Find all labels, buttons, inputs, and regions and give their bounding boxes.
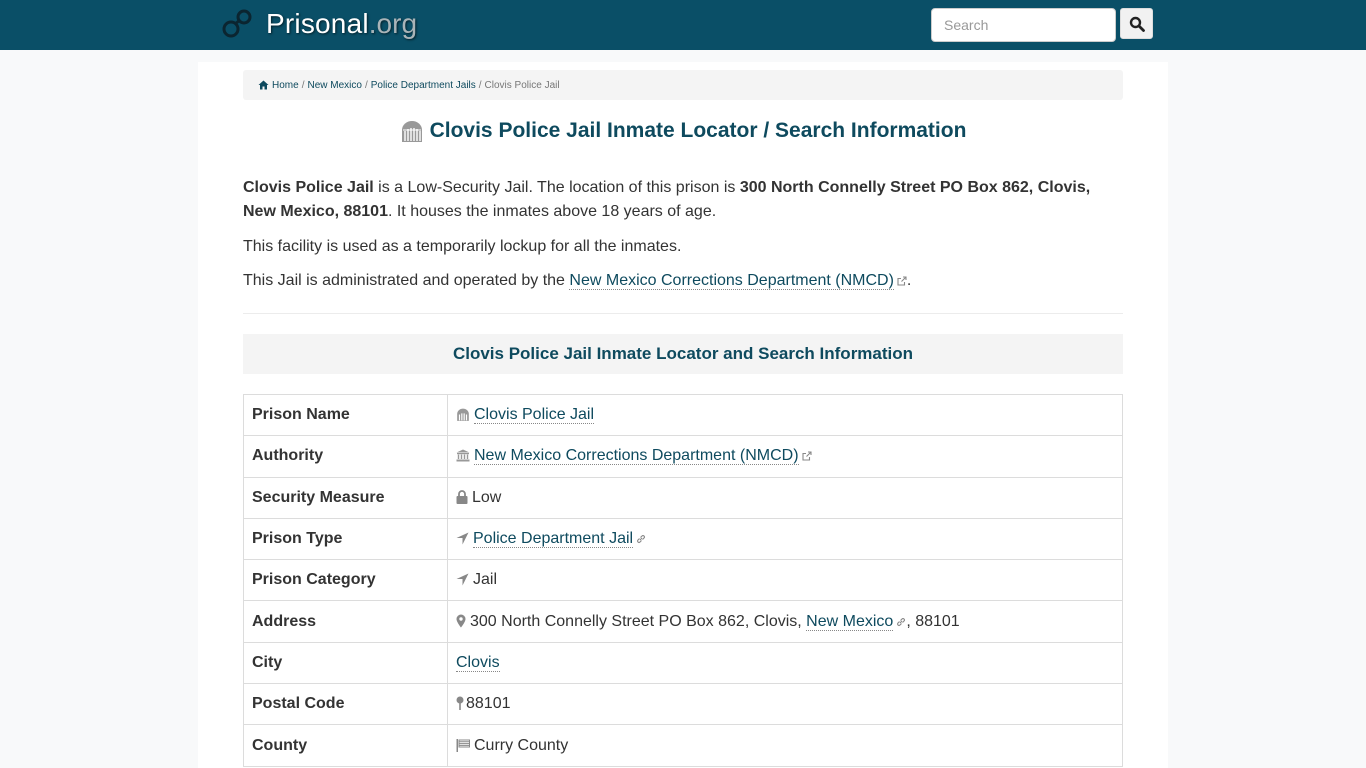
row-value: 88101 (447, 683, 1123, 726)
brand-logo-link[interactable]: Prisonal .org (221, 8, 417, 40)
table-row: Prison Category Jail (243, 559, 1123, 602)
location-arrow-icon (456, 573, 469, 586)
chain-link-icon (637, 535, 646, 543)
intro-text: is a Low-Security Jail. The location of … (373, 179, 740, 196)
postal-code: 88101 (466, 695, 511, 713)
table-row: Authority New Mexico Corrections Departm… (243, 435, 1123, 478)
row-value: Clovis (447, 641, 1123, 685)
row-value: Clovis Police Jail (447, 393, 1123, 437)
home-icon (258, 80, 269, 90)
row-value: Low (447, 476, 1123, 519)
state-link[interactable]: New Mexico (806, 612, 894, 631)
divider (243, 313, 1123, 314)
breadcrumb-current: Clovis Police Jail (484, 79, 560, 91)
row-label: Prison Category (243, 559, 448, 602)
table-row: City Clovis (243, 641, 1123, 685)
breadcrumb-separator: / (301, 79, 305, 91)
map-marker-icon (456, 614, 466, 628)
authority-text: This Jail is administrated and operated … (243, 272, 570, 289)
brand-tld: .org (368, 8, 418, 39)
brand-name: Prisonal (266, 8, 369, 39)
row-label: City (243, 641, 448, 685)
security-level: Low (472, 488, 502, 506)
intro-text: . It houses the inmates above 18 years o… (387, 203, 717, 220)
address-text: 300 North Connelly Street PO Box 862, Cl… (470, 612, 807, 630)
row-label: Postal Code (243, 683, 448, 726)
breadcrumb-separator: / (478, 79, 482, 91)
row-label: Prison Type (243, 517, 448, 561)
facility-name: Clovis Police Jail (243, 179, 374, 196)
institution-icon (456, 449, 470, 462)
external-link-icon (897, 276, 907, 286)
search-button[interactable] (1120, 8, 1153, 39)
row-value: Jail (447, 559, 1123, 602)
flag-icon (456, 738, 470, 752)
lockup-paragraph: This facility is used as a temporarily l… (243, 238, 682, 255)
county: Curry County (474, 736, 569, 754)
row-label: Prison Name (243, 393, 448, 437)
external-link-icon (801, 451, 812, 461)
prison-category: Jail (473, 571, 498, 589)
row-label: Security Measure (243, 476, 448, 519)
section-heading: Clovis Police Jail Inmate Locator and Se… (243, 334, 1123, 374)
lock-icon (456, 489, 468, 504)
breadcrumb-home[interactable]: Home (272, 80, 299, 91)
handcuffs-icon (222, 9, 252, 38)
page-title: Clovis Police Jail Inmate Locator / Sear… (243, 116, 1123, 146)
row-label: Authority (243, 435, 448, 478)
prison-name-link[interactable]: Clovis Police Jail (474, 406, 595, 425)
table-row: Postal Code 88101 (243, 683, 1123, 726)
intro-paragraph: Clovis Police Jail is a Low-Security Jai… (243, 176, 1123, 224)
authority-table-link[interactable]: New Mexico Corrections Department (NMCD) (474, 447, 799, 466)
info-table: Prison Name Clovis Police Jail Authority… (243, 393, 1123, 767)
authority-paragraph: This Jail is administrated and operated … (243, 269, 1123, 293)
authority-link[interactable]: New Mexico Corrections Department (NMCD) (569, 272, 894, 290)
table-row: Prison Type Police Department Jail (243, 517, 1123, 561)
search-input[interactable] (931, 8, 1116, 42)
table-row: Security Measure Low (243, 476, 1123, 519)
row-value: 300 North Connelly Street PO Box 862, Cl… (447, 600, 1123, 643)
table-row: Address 300 North Connelly Street PO Box… (243, 600, 1123, 643)
prison-type-link[interactable]: Police Department Jail (473, 530, 634, 549)
top-navbar: Prisonal .org (0, 0, 1366, 50)
map-pin-icon (456, 696, 464, 711)
table-row: Prison Name Clovis Police Jail (243, 393, 1123, 437)
row-value: Curry County (447, 724, 1123, 767)
chain-link-icon (897, 617, 906, 626)
breadcrumb-new-mexico[interactable]: New Mexico (307, 80, 361, 91)
jail-icon (401, 121, 422, 142)
main-container: Home / New Mexico / Police Department Ja… (198, 62, 1168, 768)
row-value: Police Department Jail (447, 517, 1123, 561)
row-label: County (243, 724, 448, 767)
address-zip: , 88101 (906, 612, 960, 630)
authority-end: . (906, 272, 912, 289)
table-row: County Curry County (243, 724, 1123, 767)
city-link[interactable]: Clovis (456, 653, 500, 672)
breadcrumb: Home / New Mexico / Police Department Ja… (243, 70, 1123, 100)
location-arrow-icon (456, 532, 469, 545)
row-value: New Mexico Corrections Department (NMCD) (447, 435, 1123, 478)
jail-icon (457, 408, 469, 422)
page-title-text: Clovis Police Jail Inmate Locator / Sear… (429, 119, 967, 142)
search-icon (1129, 16, 1145, 32)
breadcrumb-police-department-jails[interactable]: Police Department Jails (371, 80, 476, 91)
breadcrumb-separator: / (364, 79, 368, 91)
row-label: Address (243, 600, 448, 643)
